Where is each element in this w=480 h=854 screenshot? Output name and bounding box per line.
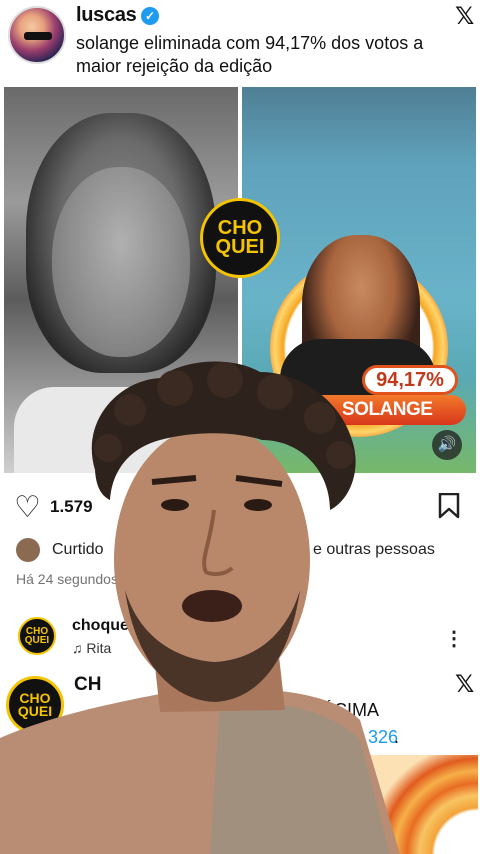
speaker-icon[interactable]: 🔊 [432,430,462,460]
heart-icon[interactable]: ♡ [14,493,41,523]
tweet2-username[interactable]: CH [74,674,101,696]
music-note-icon: ♫ [72,640,83,656]
reel-music[interactable]: ♫ Rita [72,640,111,656]
choquei-logo: CHO QUEI [200,198,280,278]
tweet-username[interactable]: luscas [76,4,137,27]
user-avatar[interactable] [8,6,66,64]
more-icon[interactable]: ⋮ [444,626,464,651]
x-logo-icon: 𝕏 [455,2,475,30]
vote-percentage-badge: 94,17% [362,365,458,395]
tweet2-image [360,755,478,854]
reel-author-avatar[interactable]: CHO QUEI [18,617,56,655]
liked-by-others[interactable]: e outras pessoas [313,541,435,559]
liked-by-avatar[interactable] [16,538,40,562]
tweet2-text: ÉCIMA [322,700,380,720]
tweet2-dot: . [394,727,400,747]
post-timestamp: Há 24 segundos [16,571,118,587]
likes-count[interactable]: 1.579 [50,497,93,517]
reel-username[interactable]: choque [72,617,129,635]
tweet-text: solange eliminada com 94,17% dos votos a… [76,33,424,76]
liked-by-label: Curtido [52,541,104,558]
bookmark-icon[interactable] [438,493,460,519]
verified-icon: ✓ [141,7,159,25]
tweet2-avatar[interactable]: CHO QUEI [6,676,64,734]
eliminated-name-banner: SOLANGE [300,395,466,425]
left-photo [4,87,238,473]
x-logo-icon: 𝕏 [455,670,475,698]
